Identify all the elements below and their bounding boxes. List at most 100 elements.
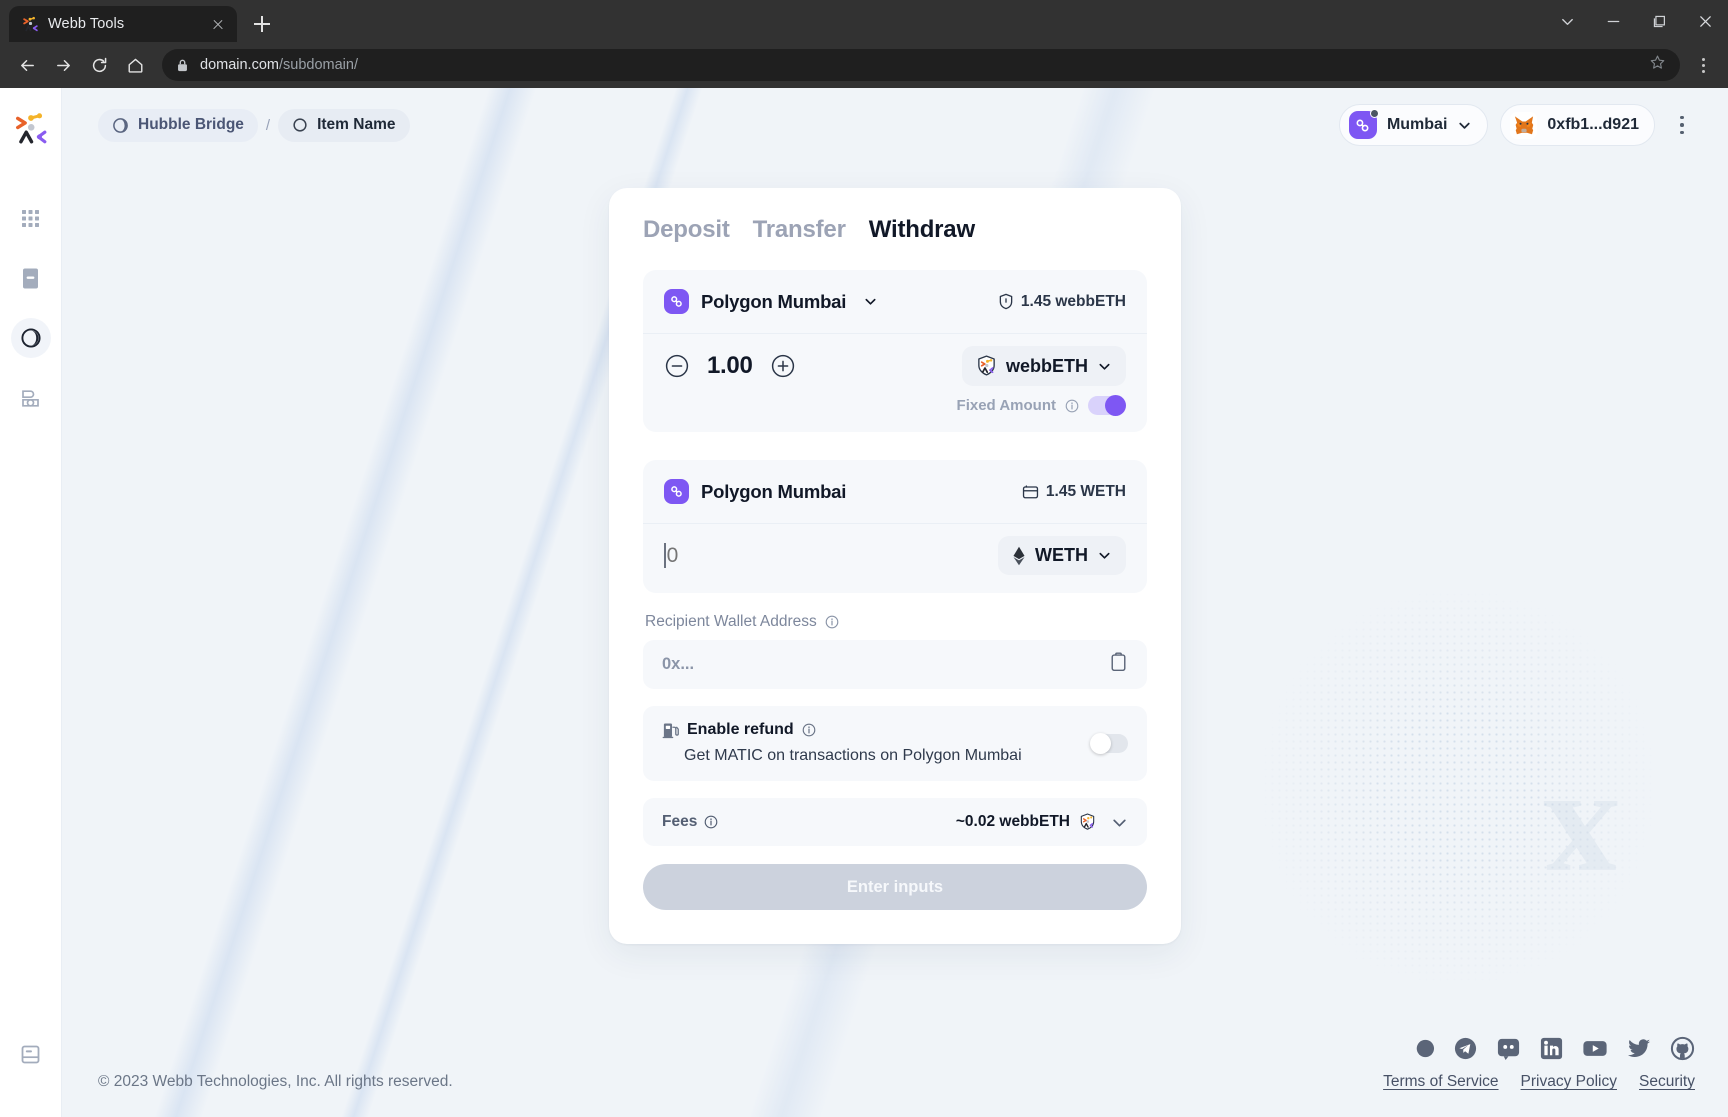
footer-links: Terms of Service Privacy Policy Security xyxy=(1383,1073,1695,1091)
address-bar[interactable]: domain.com/subdomain/ xyxy=(162,49,1680,81)
bridge-circle-icon xyxy=(20,328,41,348)
sidebar-item-documents[interactable] xyxy=(11,258,51,298)
wallet-chip[interactable]: 0xfb1...d921 xyxy=(1500,104,1655,146)
shield-icon xyxy=(999,293,1013,310)
bridge-card: Deposit Transfer Withdraw Polygon Mumbai xyxy=(609,188,1181,944)
telegram-icon[interactable] xyxy=(1453,1036,1478,1061)
sidebar-item-bridge[interactable] xyxy=(10,318,51,358)
sidebar-item-collapse[interactable] xyxy=(11,1035,51,1075)
address-bar-url: domain.com/subdomain/ xyxy=(200,57,358,73)
back-button-icon[interactable] xyxy=(10,48,44,82)
destination-chain-row[interactable]: Polygon Mumbai 1.45 WETH xyxy=(643,460,1147,524)
webb-logo[interactable] xyxy=(14,112,48,146)
fixed-amount-label: Fixed Amount xyxy=(956,397,1056,414)
breadcrumb-item-item-name[interactable]: Item Name xyxy=(278,108,410,142)
fees-label: Fees xyxy=(662,813,698,830)
webb-shield-token-icon xyxy=(1080,813,1095,830)
enable-refund-box: Enable refund Get MATIC on transactions … xyxy=(643,706,1147,781)
source-token-label: webbETH xyxy=(1005,355,1088,376)
close-icon[interactable] xyxy=(209,15,227,33)
recipient-address-placeholder: 0x... xyxy=(662,655,695,673)
apps-grid-icon xyxy=(22,209,39,227)
home-button-icon[interactable] xyxy=(118,48,152,82)
breadcrumb: Hubble Bridge / Item Name xyxy=(98,108,410,142)
wallet-address-label: 0xfb1...d921 xyxy=(1547,116,1639,133)
destination-balance-value: 1.45 WETH xyxy=(1045,482,1126,500)
refund-text-block: Enable refund Get MATIC on transactions … xyxy=(662,721,1078,765)
submit-button[interactable]: Enter inputs xyxy=(643,864,1147,910)
destination-amount-input[interactable] xyxy=(666,543,907,568)
copyright-text: © 2023 Webb Technologies, Inc. All right… xyxy=(98,1073,453,1090)
source-chain-label: Polygon Mumbai xyxy=(701,290,847,312)
source-balance: 1.45 webbETH xyxy=(998,293,1126,311)
tab-transfer[interactable]: Transfer xyxy=(753,216,846,244)
info-icon[interactable] xyxy=(1065,399,1079,413)
fixed-amount-toggle[interactable] xyxy=(1088,395,1126,416)
breadcrumb-separator: / xyxy=(265,116,271,134)
gas-pump-icon xyxy=(662,723,679,739)
browser-tabstrip: Webb Tools xyxy=(0,0,1728,42)
github-icon[interactable] xyxy=(1670,1036,1695,1061)
youtube-icon[interactable] xyxy=(1582,1036,1608,1061)
new-tab-button[interactable] xyxy=(247,9,277,39)
bookmark-star-icon[interactable] xyxy=(1649,54,1666,76)
chevron-down-icon xyxy=(1099,552,1110,559)
source-panel: Polygon Mumbai 1.45 webbETH 1.00 webbETH… xyxy=(643,270,1147,432)
source-balance-value: 1.45 webbETH xyxy=(1020,292,1126,310)
maximize-icon[interactable] xyxy=(1636,0,1682,42)
breadcrumb-item-hubble-bridge[interactable]: Hubble Bridge xyxy=(98,108,258,142)
sidebar-item-apps[interactable] xyxy=(11,198,51,238)
nodes-icon xyxy=(22,389,39,407)
info-icon[interactable] xyxy=(802,723,816,737)
info-icon[interactable] xyxy=(704,815,718,829)
info-icon[interactable] xyxy=(825,615,839,629)
tab-deposit[interactable]: Deposit xyxy=(643,216,730,244)
chevron-down-icon[interactable] xyxy=(863,294,878,309)
text-caret xyxy=(664,543,666,568)
enable-refund-toggle[interactable] xyxy=(1090,732,1128,754)
browser-tab[interactable]: Webb Tools xyxy=(9,6,237,42)
fixed-amount-row: Fixed Amount xyxy=(643,392,1147,430)
destination-token-selector[interactable]: WETH xyxy=(998,536,1126,575)
close-window-icon[interactable] xyxy=(1682,0,1728,42)
reload-button-icon[interactable] xyxy=(82,48,116,82)
half-circle-icon xyxy=(113,117,128,133)
recipient-label-row: Recipient Wallet Address xyxy=(645,613,1147,631)
linkedin-icon[interactable] xyxy=(1539,1036,1564,1061)
refund-title-row: Enable refund xyxy=(662,721,1078,739)
plus-circle-icon[interactable] xyxy=(770,353,796,379)
minimize-icon[interactable] xyxy=(1590,0,1636,42)
browser-menu-icon[interactable] xyxy=(1688,48,1718,82)
tab-withdraw[interactable]: Withdraw xyxy=(869,216,975,244)
link-security[interactable]: Security xyxy=(1639,1073,1695,1091)
network-label: Mumbai xyxy=(1386,116,1448,133)
chevron-down-icon[interactable] xyxy=(1111,814,1128,831)
twitter-icon[interactable] xyxy=(1626,1036,1652,1061)
app-topbar: Hubble Bridge / Item Name Mumbai 0xfb1..… xyxy=(62,88,1728,162)
network-selector-chip[interactable]: Mumbai xyxy=(1338,104,1489,146)
app-footer: © 2023 Webb Technologies, Inc. All right… xyxy=(62,1036,1728,1117)
destination-balance: 1.45 WETH xyxy=(1022,483,1126,501)
kebab-menu-icon[interactable] xyxy=(1669,109,1695,141)
source-token-selector[interactable]: webbETH xyxy=(961,346,1126,386)
sidebar-item-nodes[interactable] xyxy=(11,378,51,418)
recipient-address-field[interactable]: 0x... xyxy=(643,640,1147,689)
chevron-down-icon xyxy=(1459,122,1470,129)
clipboard-icon[interactable] xyxy=(1109,651,1128,678)
fees-row[interactable]: Fees ~0.02 webbETH xyxy=(643,798,1147,846)
breadcrumb-label: Hubble Bridge xyxy=(138,116,244,133)
forward-button-icon[interactable] xyxy=(46,48,80,82)
polygon-chain-icon xyxy=(664,289,689,314)
destination-panel: Polygon Mumbai 1.45 WETH 0 WETH xyxy=(643,460,1147,593)
source-chain-row[interactable]: Polygon Mumbai 1.45 webbETH xyxy=(643,270,1147,334)
minus-circle-icon[interactable] xyxy=(664,353,690,379)
discord-icon[interactable] xyxy=(1496,1036,1521,1061)
chevron-down-icon xyxy=(1099,363,1110,370)
link-privacy-policy[interactable]: Privacy Policy xyxy=(1521,1073,1617,1091)
circle-outline-icon xyxy=(293,118,307,132)
link-terms-of-service[interactable]: Terms of Service xyxy=(1383,1073,1498,1091)
tab-search-chevron-icon[interactable] xyxy=(1544,0,1590,42)
webb-commons-icon[interactable] xyxy=(1410,1036,1435,1061)
topbar-actions: Mumbai 0xfb1...d921 xyxy=(1338,104,1695,146)
main-area: Deposit Transfer Withdraw Polygon Mumbai xyxy=(62,162,1728,1036)
